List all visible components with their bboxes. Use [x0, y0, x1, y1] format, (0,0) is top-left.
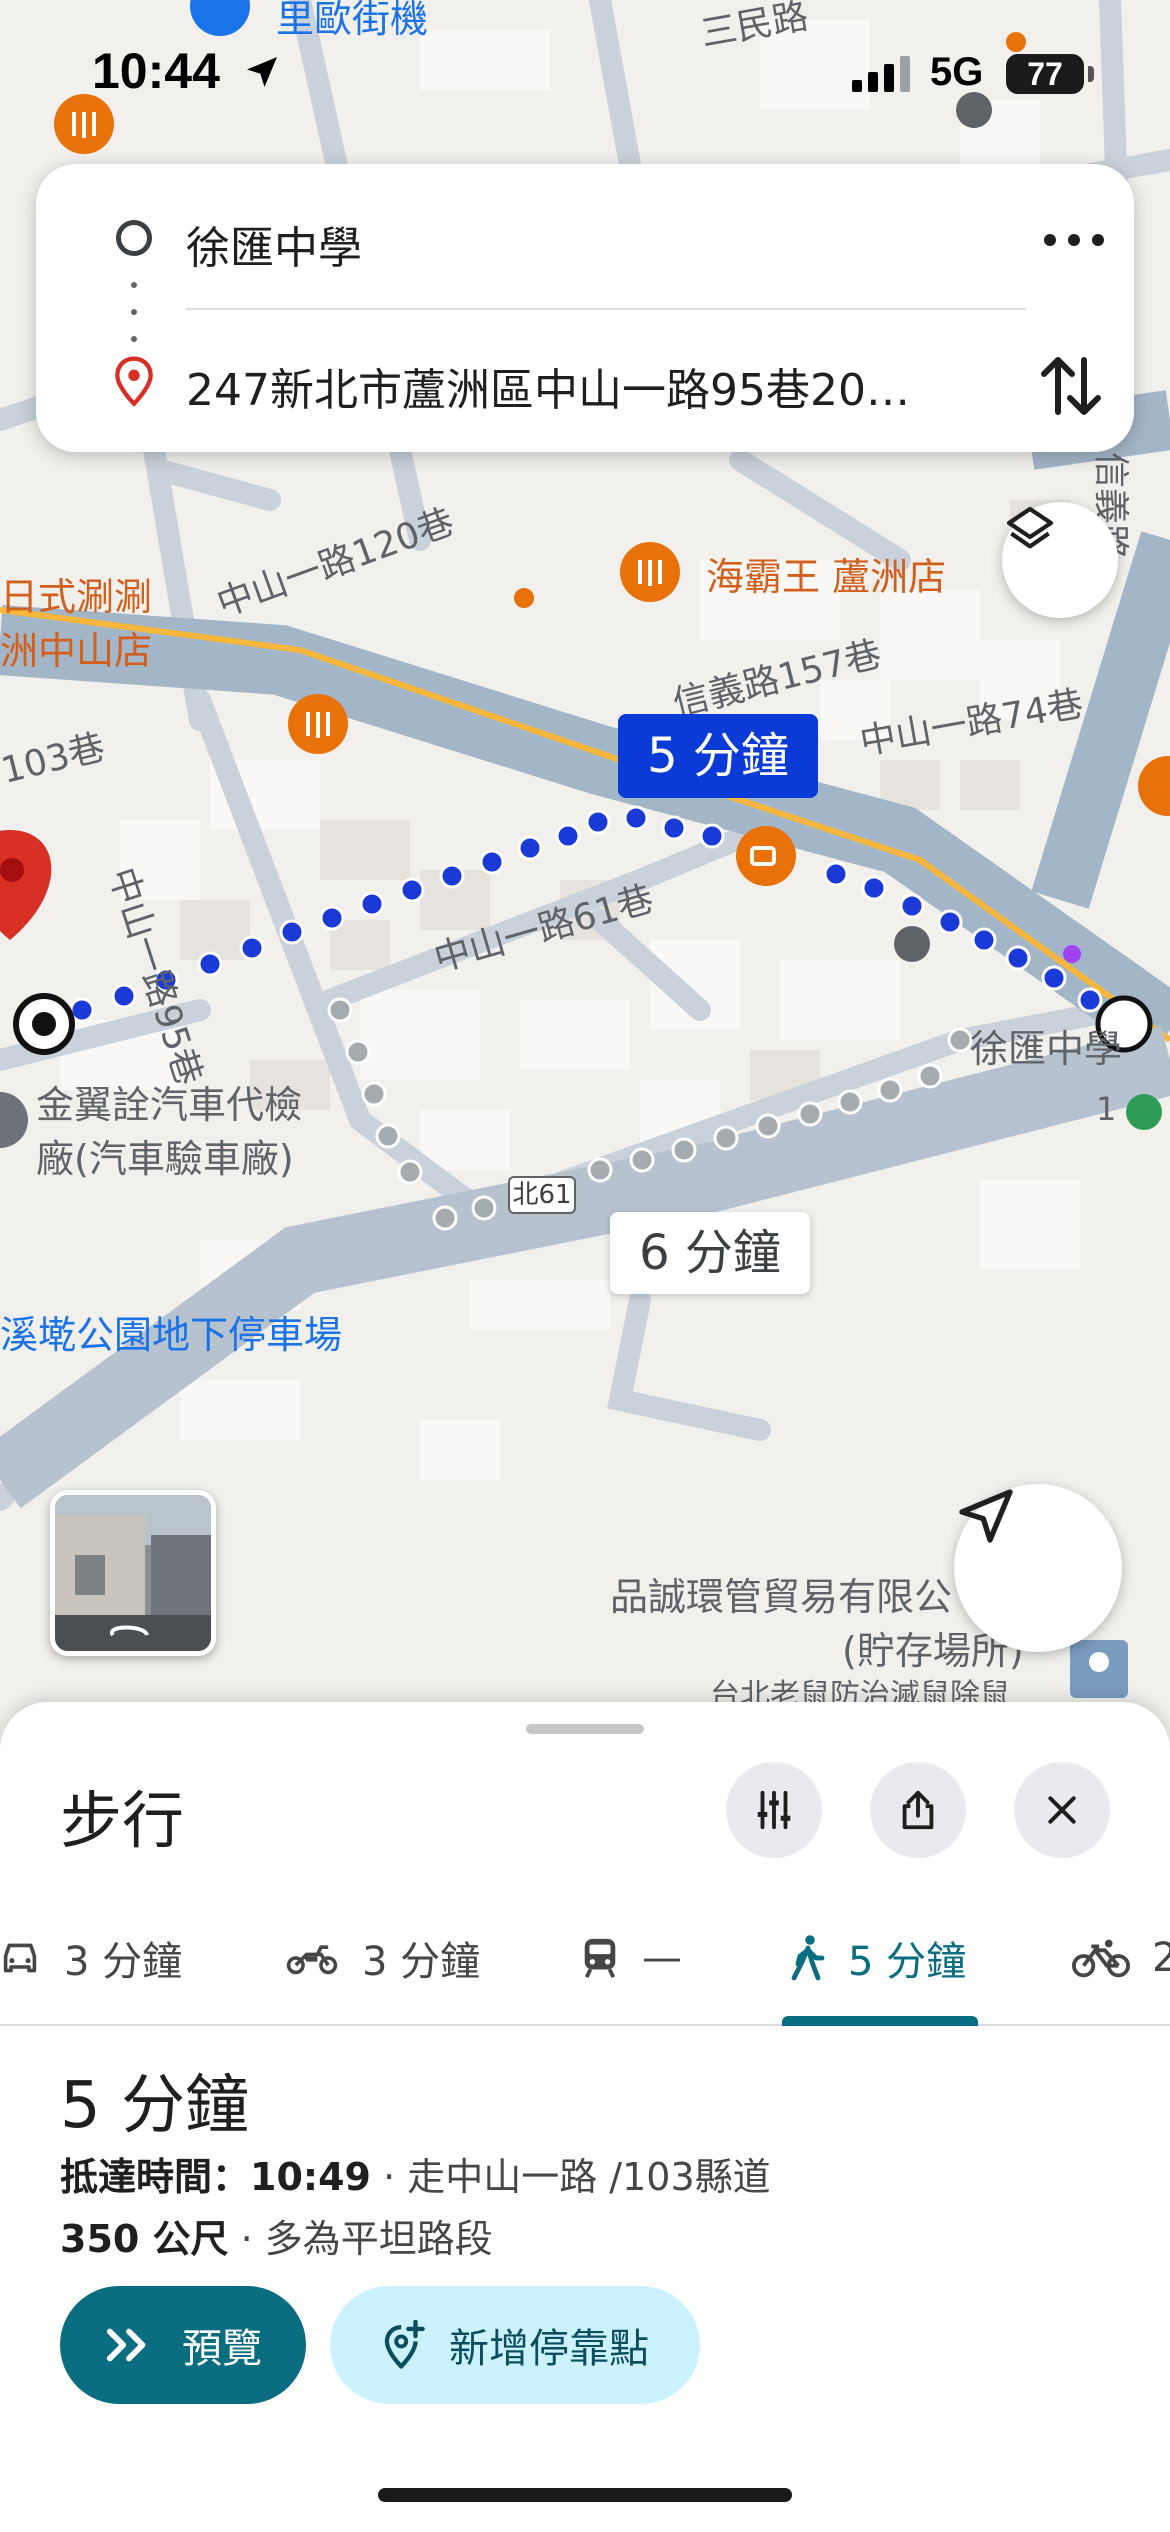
route-search-card: 徐匯中學 247新北市蘆洲區中山一路95巷20… [36, 164, 1134, 452]
status-time: 10:44 [92, 43, 220, 99]
tab-drive-label: 3 分鐘 [64, 1939, 183, 1985]
poi-garage-line1[interactable]: 金翼詮汽車代檢 [36, 1074, 302, 1129]
layers-button[interactable] [1002, 502, 1118, 618]
tab-bike[interactable]: 2 [1072, 1892, 1170, 2024]
tab-transit-label: — [642, 1935, 682, 1981]
poi-shabu-line1[interactable]: 日式涮涮 [0, 566, 152, 621]
distance-info: 350 公尺 · 多為平坦路段 [60, 2208, 493, 2263]
street-view-thumbnail[interactable] [50, 1490, 216, 1656]
recenter-button[interactable] [954, 1484, 1122, 1652]
origin-field[interactable]: 徐匯中學 [186, 212, 362, 276]
more-options-icon[interactable] [1034, 220, 1114, 260]
arrival-info: 抵達時間：10:49 · 走中山一路 /103縣道 [60, 2146, 771, 2201]
tune-icon [757, 1790, 791, 1830]
location-arrow-icon [247, 57, 277, 87]
field-divider [186, 308, 1026, 310]
network-type: 5G [930, 50, 984, 94]
arrival-label: 抵達時間： [60, 2155, 251, 2199]
add-stop-label: 新增停靠點 [449, 2326, 649, 2372]
tab-transit[interactable]: — [580, 1892, 682, 2024]
route-via: · 走中山一路 /103縣道 [370, 2155, 771, 2199]
train-icon [580, 1937, 620, 1979]
status-bar: 10:44 5G 77 [0, 0, 1170, 150]
poi-garage-line2[interactable]: 廠(汽車驗車廠) [36, 1128, 294, 1183]
bike-icon [1072, 1938, 1130, 1978]
origin-circle-icon [116, 220, 152, 256]
destination-field[interactable]: 247新北市蘆洲區中山一路95巷20… [186, 354, 910, 418]
navigation-arrow-icon [959, 1489, 1013, 1543]
close-icon [1048, 1796, 1076, 1824]
route-connector [131, 282, 137, 342]
walk-icon [790, 1934, 826, 1982]
add-location-icon [381, 2320, 425, 2370]
tab-motorcycle-label: 3 分鐘 [362, 1939, 481, 1985]
poi-shabu-line2[interactable]: 洲中山店 [0, 620, 152, 675]
swap-direction-icon[interactable] [1036, 346, 1106, 426]
destination-pin-icon [115, 356, 153, 407]
preview-button[interactable]: 預覽 [60, 2286, 306, 2404]
preview-label: 預覽 [182, 2326, 262, 2372]
add-stop-button[interactable]: 新增停靠點 [330, 2286, 700, 2404]
sheet-drag-handle[interactable] [526, 1724, 644, 1734]
layers-icon [1006, 506, 1054, 549]
poi-restaurant-haibawang[interactable]: 海霸王 蘆洲店 [706, 546, 946, 601]
route-duration: 5 分鐘 [60, 2069, 250, 2143]
route-options-button[interactable] [726, 1762, 822, 1858]
tab-drive[interactable]: 3 分鐘 [0, 1892, 182, 2024]
travel-mode-title: 步行 [60, 1784, 185, 1857]
tab-bike-label: 2 [1152, 1935, 1170, 1981]
tab-walk-label: 5 分鐘 [848, 1939, 967, 1985]
motorcycle-icon [284, 1940, 340, 1976]
battery-cap [1088, 66, 1094, 82]
route-terrain: · 多為平坦路段 [228, 2217, 493, 2261]
alt-route-time-callout[interactable]: 6 分鐘 [610, 1212, 810, 1294]
directions-bottom-sheet: 步行 3 分鐘 3 分鐘 — 5 分鐘 2 5 分鐘 抵達時間：10:49 · … [0, 1702, 1170, 2532]
road-shield: 北61 [508, 1176, 576, 1214]
travel-mode-tabs: 3 分鐘 3 分鐘 — 5 分鐘 2 [0, 1892, 1170, 2026]
route-distance: 350 公尺 [60, 2217, 229, 2261]
tab-walk[interactable]: 5 分鐘 [790, 1892, 966, 2024]
double-chevron-right-icon [104, 2325, 154, 2365]
home-indicator[interactable] [378, 2488, 792, 2502]
share-button[interactable] [870, 1762, 966, 1858]
tab-motorcycle[interactable]: 3 分鐘 [284, 1892, 480, 2024]
poi-parking[interactable]: 溪墘公園地下停車場 [0, 1304, 342, 1359]
battery-indicator: 77 [1006, 54, 1084, 94]
station-exit-number: 1 [1096, 1090, 1117, 1128]
route-time-callout[interactable]: 5 分鐘 [618, 714, 818, 798]
poi-station[interactable]: 徐匯中學 [970, 1018, 1122, 1073]
share-icon [902, 1790, 934, 1830]
cellular-signal-icon [852, 56, 910, 92]
poi-company-line1[interactable]: 品誠環管貿易有限公 [610, 1566, 952, 1621]
close-button[interactable] [1014, 1762, 1110, 1858]
car-icon [0, 1940, 42, 1976]
street-view-photo [55, 1495, 211, 1651]
arrival-time: 10:49 [250, 2155, 371, 2199]
selected-tab-indicator [782, 2016, 978, 2026]
